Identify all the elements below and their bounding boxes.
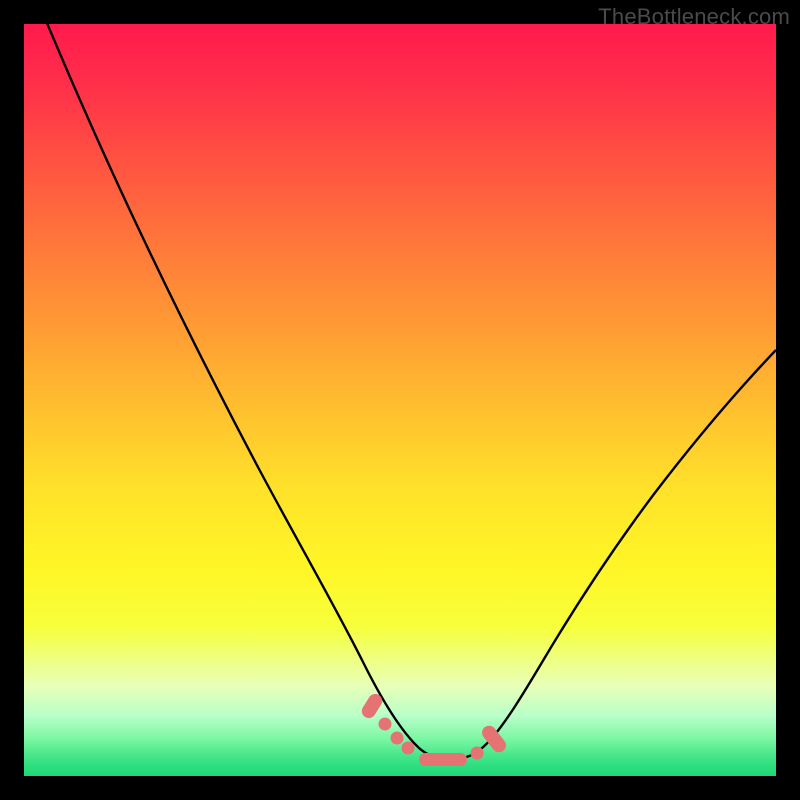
marker-bar-flat	[419, 753, 467, 766]
marker-cap-right	[479, 723, 509, 755]
marker-dot	[391, 732, 404, 745]
marker-dot	[379, 718, 392, 731]
chart-plot-area	[24, 24, 776, 776]
marker-dot	[471, 747, 484, 760]
marker-dot	[402, 742, 415, 755]
curve-markers	[359, 691, 509, 766]
bottleneck-curve-svg	[24, 24, 776, 776]
chart-frame: TheBottleneck.com	[0, 0, 800, 800]
bottleneck-curve-path	[39, 24, 776, 759]
